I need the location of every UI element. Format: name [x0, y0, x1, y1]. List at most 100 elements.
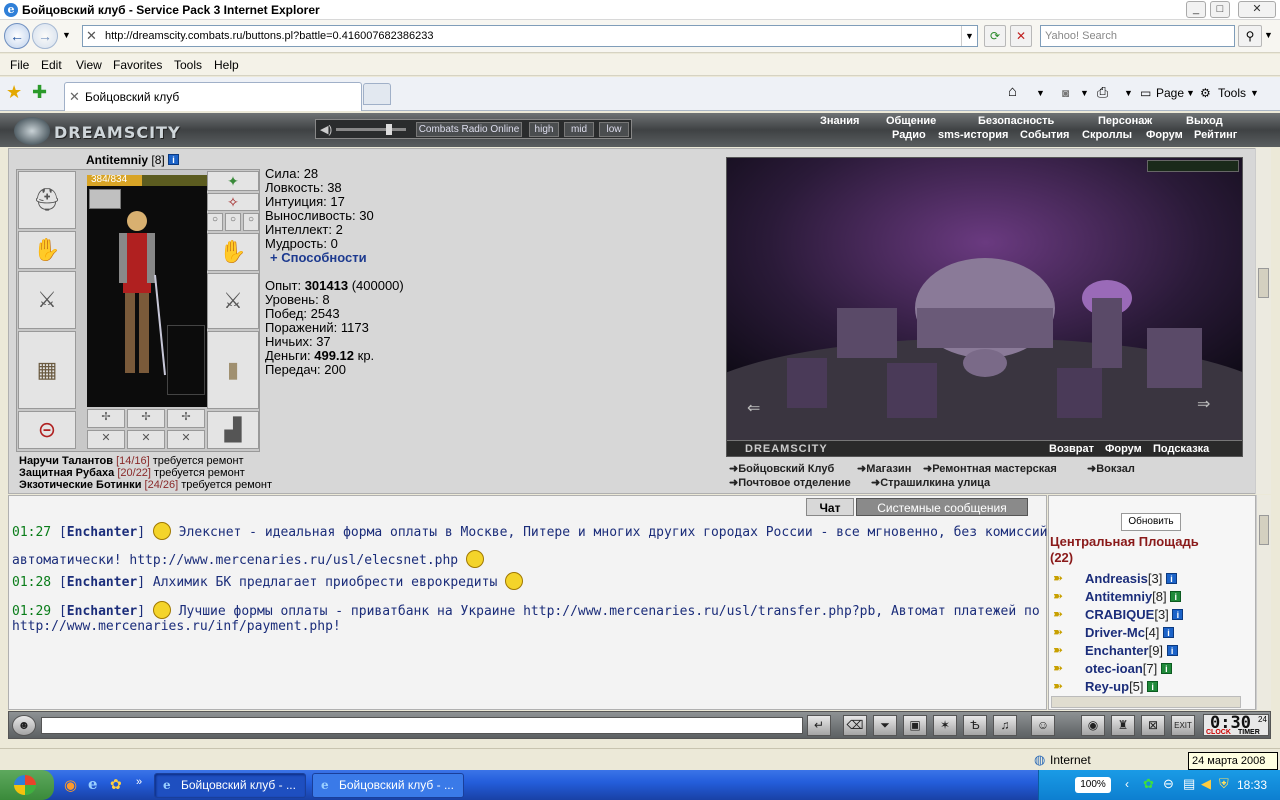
info-icon[interactable]: i — [1165, 573, 1177, 584]
nav-events[interactable]: События — [1020, 129, 1069, 141]
start-button[interactable] — [0, 770, 54, 800]
menu-view[interactable]: View — [76, 58, 102, 72]
task-button[interactable]: e Бойцовский клуб - ... — [154, 773, 306, 798]
search-options-icon[interactable]: ▼ — [1264, 30, 1273, 40]
tray-volume-icon[interactable]: ◀ — [1201, 776, 1211, 792]
weapon-right-slot[interactable]: ⚔ — [207, 273, 259, 329]
radio-quality-mid[interactable]: mid — [564, 122, 594, 137]
scroll-slot-4[interactable]: ✕ — [87, 430, 125, 449]
belt-slot[interactable]: ⊝ — [18, 411, 76, 449]
home-icon[interactable]: ⌂ — [1008, 83, 1017, 100]
favorites-star-icon[interactable]: ★ — [6, 82, 22, 103]
minimize-button[interactable]: _ — [1186, 1, 1206, 18]
tray-status-icon[interactable]: ⊖ — [1163, 776, 1174, 792]
back-button[interactable]: ← — [4, 23, 30, 49]
radio-quality-low[interactable]: low — [599, 122, 629, 137]
radio-quality-high[interactable]: high — [529, 122, 559, 137]
volume-knob[interactable] — [386, 124, 392, 135]
speaker-icon[interactable]: ☻ — [12, 715, 36, 736]
boots-slot[interactable]: ▟ — [207, 411, 259, 449]
info-icon[interactable]: i — [1163, 627, 1175, 638]
tab-system-messages[interactable]: Системные сообщения — [856, 498, 1028, 516]
bracers-slot[interactable]: ✋ — [18, 231, 76, 269]
ring-3-slot[interactable]: ○ — [243, 213, 259, 231]
scroll-icon[interactable]: ♜ — [1111, 715, 1135, 736]
loc-link-fight-club[interactable]: ➜ Бойцовский Клуб — [729, 462, 834, 476]
forward-button[interactable]: → — [32, 23, 58, 49]
eraser-icon[interactable]: ⌫ — [843, 715, 867, 736]
nav-sms-history[interactable]: sms-история — [938, 129, 1008, 141]
info-icon[interactable]: i — [1172, 609, 1184, 620]
page-menu[interactable]: Page — [1156, 86, 1184, 100]
search-icon[interactable]: ⚲ — [1238, 25, 1262, 47]
close-button[interactable]: ✕ — [1238, 1, 1276, 18]
scene-forum-link[interactable]: Форум — [1105, 443, 1142, 455]
online-scroll-thumb[interactable] — [1259, 515, 1269, 545]
history-dropdown-icon[interactable]: ▼ — [62, 30, 71, 40]
abilities-link[interactable]: + Способности — [265, 251, 404, 265]
address-field[interactable]: ✕ http://dreamscity.combats.ru/buttons.p… — [82, 25, 978, 47]
info-icon[interactable]: i — [1170, 591, 1182, 602]
menu-file[interactable]: File — [10, 58, 29, 72]
chat-input[interactable] — [41, 717, 803, 734]
loc-link-scary-street[interactable]: ➜ Страшилкина улица — [871, 476, 990, 490]
online-hscroll[interactable] — [1051, 696, 1241, 708]
scroll-slot-6[interactable]: ✕ — [167, 430, 205, 449]
zoom-indicator[interactable]: 100% — [1075, 777, 1111, 793]
scroll-slot-2[interactable]: ✢ — [127, 409, 165, 428]
scroll-slot-3[interactable]: ✢ — [167, 409, 205, 428]
location-scene[interactable]: ⇐ ⇒ DREAMSCITY Возврат Форум Подсказка — [726, 157, 1243, 457]
tray-network-icon[interactable]: ▤ — [1183, 776, 1195, 792]
new-tab-button[interactable] — [363, 83, 391, 105]
feeds-icon[interactable]: ◙ — [1062, 86, 1069, 100]
quicklaunch-more-icon[interactable]: » — [136, 776, 142, 788]
tab-active[interactable]: ✕ Бойцовский клуб — [64, 82, 362, 111]
print-icon[interactable]: ⎙ — [1097, 84, 1108, 101]
volume-slider[interactable] — [336, 128, 406, 131]
scroll-slot-5[interactable]: ✕ — [127, 430, 165, 449]
scroll-slot-1[interactable]: ✢ — [87, 409, 125, 428]
private-arrow-icon[interactable]: ➽ — [1053, 679, 1063, 693]
earrings-slot[interactable]: ✧ — [207, 193, 259, 211]
menu-edit[interactable]: Edit — [41, 58, 62, 72]
radio-station-button[interactable]: Combats Radio Online — [416, 122, 522, 137]
save-icon[interactable]: ▣ — [903, 715, 927, 736]
tray-shield-icon[interactable]: ⛨ — [1219, 776, 1229, 792]
scene-left-arrow-icon[interactable]: ⇐ — [747, 398, 760, 418]
loc-link-shop[interactable]: ➜ Магазин — [857, 462, 911, 476]
loc-link-post-office[interactable]: ➜ Почтовое отделение — [729, 476, 851, 490]
stop-icon[interactable]: ✕ — [1010, 25, 1032, 47]
private-arrow-icon[interactable]: ➽ — [1053, 643, 1063, 657]
nav-radio[interactable]: Радио — [892, 129, 926, 141]
scene-right-arrow-icon[interactable]: ⇒ — [1197, 394, 1210, 414]
nav-security[interactable]: Безопасность — [978, 115, 1054, 127]
pants-slot[interactable]: ▮ — [207, 331, 259, 409]
send-icon[interactable]: ↵ — [807, 715, 831, 736]
filter-icon[interactable]: ⏷ — [873, 715, 897, 736]
chat-nick[interactable]: Enchanter — [67, 575, 137, 590]
smiles-icon[interactable]: ☺ — [1031, 715, 1055, 736]
page-dropdown-icon[interactable]: ▼ — [1186, 88, 1195, 98]
game-clock[interactable]: 0:30 24 CLOCK TIMER — [1203, 713, 1269, 736]
refresh-icon[interactable]: ⟳ — [984, 25, 1006, 47]
online-scrollbar[interactable] — [1256, 495, 1271, 710]
tray-arrow-icon[interactable]: ‹ — [1125, 777, 1129, 791]
private-arrow-icon[interactable]: ➽ — [1053, 661, 1063, 675]
address-dropdown-icon[interactable]: ▼ — [961, 26, 977, 46]
lock-icon[interactable]: ⊠ — [1141, 715, 1165, 736]
private-arrow-icon[interactable]: ➽ — [1053, 589, 1063, 603]
tools-dropdown-icon[interactable]: ▼ — [1250, 88, 1259, 98]
volume-icon[interactable]: ◀) — [320, 123, 334, 136]
sound-icon[interactable]: ♫ — [993, 715, 1017, 736]
main-scrollbar[interactable] — [1255, 148, 1271, 494]
refresh-button[interactable]: Обновить — [1121, 513, 1181, 531]
armor-slot[interactable]: ▦ — [18, 331, 76, 409]
scene-hint-link[interactable]: Подсказка — [1153, 443, 1209, 455]
tools-menu[interactable]: Tools — [1218, 86, 1246, 100]
pet-slot[interactable] — [167, 325, 205, 395]
chat-nick[interactable]: Enchanter — [67, 525, 137, 540]
character-name[interactable]: Antitemniy [8] i — [86, 153, 180, 167]
search-input[interactable]: Yahoo! Search — [1040, 25, 1235, 47]
main-scroll-thumb[interactable] — [1258, 268, 1269, 298]
scene-return-link[interactable]: Возврат — [1049, 443, 1094, 455]
